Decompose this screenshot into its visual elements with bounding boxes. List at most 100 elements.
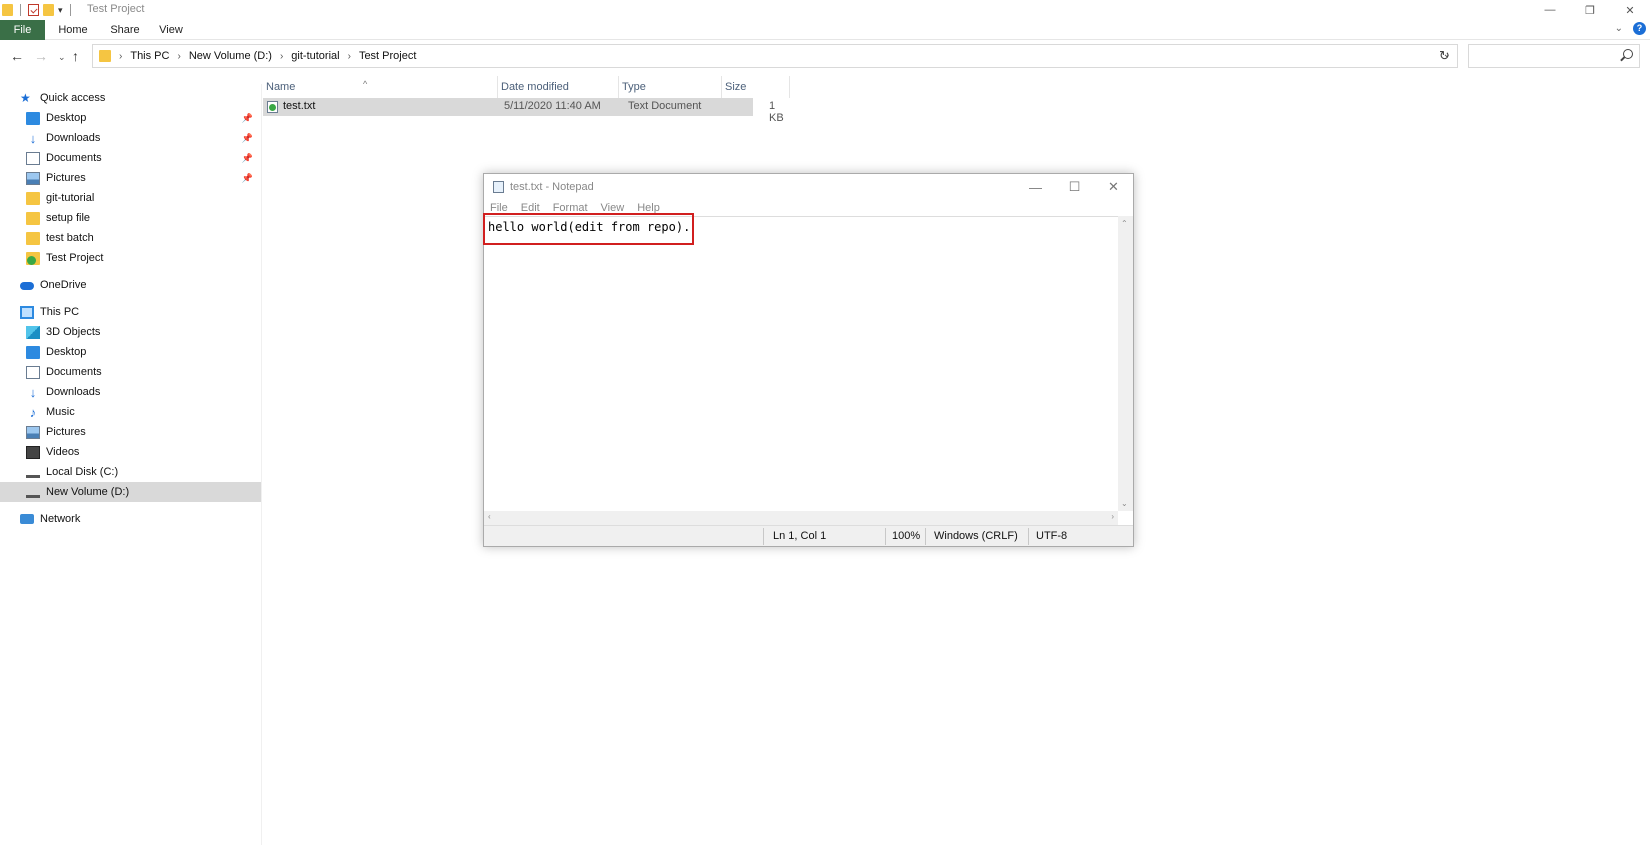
sidebar-item-test-project[interactable]: Test Project <box>0 248 261 268</box>
tab-share[interactable]: Share <box>110 20 140 40</box>
tab-file[interactable]: File <box>0 20 45 40</box>
up-arrow-icon[interactable]: ↑ <box>72 48 79 64</box>
music-icon: ♪ <box>29 404 37 420</box>
column-header-type[interactable]: Type <box>619 76 722 98</box>
breadcrumb-separator[interactable]: › <box>119 51 122 62</box>
breadcrumb-test-project[interactable]: Test Project <box>359 50 416 62</box>
breadcrumb-separator[interactable]: › <box>177 51 180 62</box>
address-bar[interactable]: › This PC › New Volume (D:) › git-tutori… <box>92 44 1458 68</box>
scroll-down-arrow-icon[interactable]: ⌄ <box>1121 499 1128 508</box>
pictures-icon <box>26 171 40 185</box>
scroll-right-arrow-icon[interactable]: › <box>1111 512 1114 521</box>
sidebar-item-downloads[interactable]: ↓ Downloads <box>0 382 261 402</box>
maximize-icon[interactable]: ☐ <box>1055 174 1094 200</box>
help-icon[interactable]: ? <box>1633 22 1646 35</box>
download-icon: ↓ <box>29 384 37 400</box>
scroll-up-arrow-icon[interactable]: ⌃ <box>1121 219 1128 228</box>
status-position: Ln 1, Col 1 <box>773 530 827 542</box>
sidebar-item-network[interactable]: Network <box>0 509 261 529</box>
back-arrow-icon[interactable]: ← <box>10 48 24 64</box>
pin-icon[interactable]: 📌 <box>242 173 253 184</box>
sidebar-item-setup-file[interactable]: setup file <box>0 208 261 228</box>
notepad-statusbar: Ln 1, Col 1 100% Windows (CRLF) UTF-8 <box>484 525 1133 546</box>
highlight-annotation-box <box>483 213 694 245</box>
breadcrumb-separator[interactable]: › <box>280 51 283 62</box>
column-header-label: Date modified <box>501 81 569 93</box>
expand-ribbon-chevron-icon[interactable]: ⌄ <box>1615 23 1623 34</box>
sidebar-item-test-batch[interactable]: test batch <box>0 228 261 248</box>
divider <box>885 528 886 545</box>
recent-locations-chevron-icon[interactable]: ⌄ <box>58 52 66 63</box>
pin-icon[interactable]: 📌 <box>242 113 253 124</box>
sidebar-item-documents[interactable]: Documents 📌 <box>0 148 261 168</box>
breadcrumb-git-tutorial[interactable]: git-tutorial <box>291 50 339 62</box>
3d-objects-icon <box>26 325 40 339</box>
pictures-icon <box>26 425 40 439</box>
column-header-label: Size <box>725 81 747 93</box>
sidebar-item-this-pc[interactable]: This PC <box>0 302 261 322</box>
column-header-date[interactable]: Date modified <box>498 76 619 98</box>
sidebar-item-3d-objects[interactable]: 3D Objects <box>0 322 261 342</box>
restore-icon[interactable]: ❐ <box>1570 0 1610 20</box>
pin-icon[interactable]: 📌 <box>242 153 253 164</box>
sidebar-item-downloads[interactable]: ↓ Downloads 📌 <box>0 128 261 148</box>
table-row[interactable]: test.txt 5/11/2020 11:40 AM Text Documen… <box>263 98 784 124</box>
sidebar-item-videos[interactable]: Videos <box>0 442 261 462</box>
desktop-icon <box>26 111 40 125</box>
notepad-titlebar[interactable]: test.txt - Notepad — ☐ ✕ <box>484 174 1133 200</box>
minimize-icon[interactable]: — <box>1530 0 1570 20</box>
breadcrumb-this-pc[interactable]: This PC <box>130 50 169 62</box>
pin-icon[interactable]: 📌 <box>242 133 253 144</box>
file-size: 1 KB <box>769 100 784 124</box>
refresh-button[interactable]: ↻ <box>1432 44 1458 68</box>
file-type: Text Document <box>628 100 702 112</box>
documents-icon <box>26 365 40 379</box>
navigation-bar: ← → ⌄ ↑ › This PC › New Volume (D:) › gi… <box>0 42 1650 72</box>
sidebar-item-new-volume-d[interactable]: New Volume (D:) <box>0 482 261 502</box>
sidebar-item-music[interactable]: ♪ Music <box>0 402 261 422</box>
sidebar-item-label: This PC <box>40 306 80 318</box>
sidebar-item-label: Desktop <box>46 346 87 358</box>
properties-icon[interactable] <box>28 4 39 16</box>
notepad-text-area[interactable]: hello world(edit from repo). <box>483 213 1118 511</box>
horizontal-scrollbar[interactable]: ‹ › <box>484 511 1118 525</box>
search-input[interactable] <box>1468 44 1640 68</box>
status-encoding: UTF-8 <box>1036 530 1068 542</box>
notepad-window: test.txt - Notepad — ☐ ✕ File Edit Forma… <box>483 173 1134 547</box>
notepad-title: test.txt - Notepad <box>510 181 594 193</box>
folder-icon <box>26 211 40 225</box>
sidebar-item-desktop[interactable]: Desktop 📌 <box>0 108 261 128</box>
close-icon[interactable]: ✕ <box>1094 174 1133 200</box>
sidebar-item-pictures[interactable]: Pictures <box>0 422 261 442</box>
tab-home[interactable]: Home <box>58 20 88 40</box>
customize-toolbar-dropdown-icon[interactable]: ▾ <box>58 5 63 16</box>
sidebar-item-quick-access[interactable]: ★ Quick access <box>0 88 261 108</box>
folder-icon <box>26 191 40 205</box>
scroll-left-arrow-icon[interactable]: ‹ <box>488 512 491 521</box>
download-icon: ↓ <box>29 130 37 146</box>
sidebar-item-documents[interactable]: Documents <box>0 362 261 382</box>
computer-icon <box>20 305 34 319</box>
sidebar-item-label: setup file <box>46 212 91 224</box>
column-header-name[interactable]: Name ^ <box>263 76 498 98</box>
file-name: test.txt <box>283 100 316 112</box>
column-header-size[interactable]: Size <box>722 76 790 98</box>
forward-arrow-icon[interactable]: → <box>34 48 48 64</box>
disk-icon <box>26 492 40 498</box>
sidebar-item-git-tutorial[interactable]: git-tutorial <box>0 188 261 208</box>
sidebar-item-desktop[interactable]: Desktop <box>0 342 261 362</box>
sidebar-item-pictures[interactable]: Pictures 📌 <box>0 168 261 188</box>
folder-icon[interactable] <box>2 4 13 16</box>
vertical-scrollbar[interactable]: ⌃ ⌄ <box>1118 216 1133 511</box>
new-folder-icon[interactable] <box>43 4 54 16</box>
sidebar-item-label: 3D Objects <box>46 326 101 338</box>
minimize-icon[interactable]: — <box>1016 174 1055 200</box>
breadcrumb-separator[interactable]: › <box>348 51 351 62</box>
tab-view[interactable]: View <box>158 20 184 40</box>
sidebar-item-onedrive[interactable]: OneDrive <box>0 275 261 295</box>
breadcrumb-new-volume[interactable]: New Volume (D:) <box>189 50 272 62</box>
sidebar-item-local-disk-c[interactable]: Local Disk (C:) <box>0 462 261 482</box>
sidebar-item-label: Network <box>40 513 81 525</box>
close-icon[interactable]: ✕ <box>1610 0 1650 20</box>
notepad-icon <box>493 181 504 193</box>
